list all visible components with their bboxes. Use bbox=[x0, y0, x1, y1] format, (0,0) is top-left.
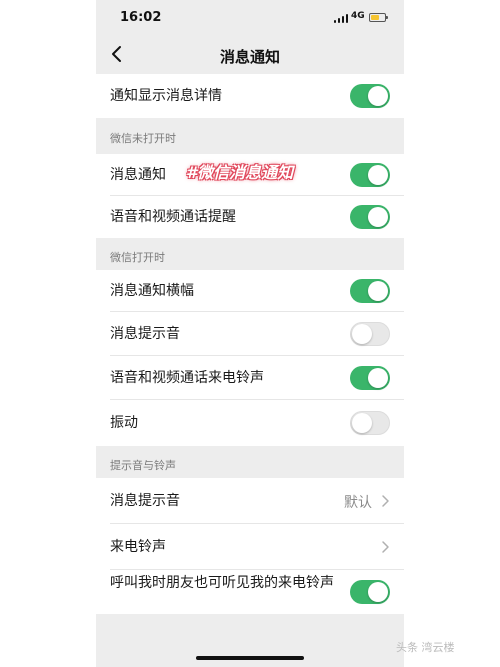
row-label: 振动 bbox=[110, 415, 138, 431]
row-voice-video-remind: 语音和视频通话提醒 bbox=[96, 196, 404, 238]
msg-tone-value: 默认 bbox=[344, 495, 372, 511]
row-label: 消息通知 bbox=[110, 167, 166, 183]
chevron-right-icon bbox=[382, 541, 389, 553]
row-label: 语音和视频通话提醒 bbox=[110, 209, 236, 225]
battery-fill bbox=[371, 15, 380, 20]
row-label: 消息通知横幅 bbox=[110, 283, 194, 299]
section-header-open: 微信打开时 bbox=[96, 238, 404, 270]
row-incoming-ringtone[interactable]: 来电铃声 bbox=[96, 524, 404, 570]
toggle-knob bbox=[368, 281, 388, 301]
row-label: 语音和视频通话来电铃声 bbox=[110, 370, 264, 386]
section-header-sounds: 提示音与铃声 bbox=[96, 446, 404, 478]
status-time: 16:02 bbox=[120, 10, 162, 25]
battery-icon bbox=[369, 13, 388, 22]
watermark: 头条 湾云楼 bbox=[396, 641, 455, 654]
row-friends-hear: 呼叫我时朋友也可听见我的来电铃声 bbox=[96, 570, 404, 614]
row-label: 通知显示消息详情 bbox=[110, 88, 222, 104]
row-label: 消息提示音 bbox=[110, 493, 180, 509]
network-label: 4G bbox=[351, 11, 365, 21]
hashtag-overlay: #微信消息通知 bbox=[186, 163, 294, 182]
toggle-knob bbox=[368, 165, 388, 185]
row-show-details: 通知显示消息详情 bbox=[96, 74, 404, 118]
section-header-closed: 微信未打开时 bbox=[96, 118, 404, 154]
section-label: 提示音与铃声 bbox=[110, 459, 176, 472]
nav-bar: 消息通知 bbox=[96, 36, 404, 74]
page-title: 消息通知 bbox=[219, 48, 280, 66]
toggle-voice-video-remind[interactable] bbox=[350, 205, 390, 229]
toggle-knob bbox=[352, 413, 372, 433]
home-indicator bbox=[196, 656, 304, 660]
toggle-msg-sound[interactable] bbox=[350, 322, 390, 346]
toggle-knob bbox=[368, 207, 388, 227]
toggle-knob bbox=[368, 582, 388, 602]
toggle-banner[interactable] bbox=[350, 279, 390, 303]
toggle-show-details[interactable] bbox=[350, 84, 390, 108]
row-label: 消息提示音 bbox=[110, 326, 180, 342]
toggle-msg-notify[interactable] bbox=[350, 163, 390, 187]
row-label: 呼叫我时朋友也可听见我的来电铃声 bbox=[110, 575, 334, 591]
row-msg-tone[interactable]: 消息提示音 默认 bbox=[96, 478, 404, 524]
section-label: 微信未打开时 bbox=[110, 132, 176, 145]
row-msg-sound: 消息提示音 bbox=[96, 312, 404, 356]
row-label: 来电铃声 bbox=[110, 539, 166, 555]
toggle-call-ringtone[interactable] bbox=[350, 366, 390, 390]
toggle-knob bbox=[368, 368, 388, 388]
row-call-ringtone: 语音和视频通话来电铃声 bbox=[96, 356, 404, 400]
toggle-knob bbox=[352, 324, 372, 344]
section-label: 微信打开时 bbox=[110, 251, 165, 264]
row-vibrate: 振动 bbox=[96, 400, 404, 446]
status-bar: 16:02 4G bbox=[96, 0, 404, 36]
toggle-knob bbox=[368, 86, 388, 106]
toggle-vibrate[interactable] bbox=[350, 411, 390, 435]
signal-icon bbox=[334, 14, 348, 23]
phone-screen: 16:02 4G 消息通知 通知显示消息详情 微信未打开时 消息通知 语音和视频… bbox=[96, 0, 404, 667]
toggle-friends-hear[interactable] bbox=[350, 580, 390, 604]
row-banner: 消息通知横幅 bbox=[96, 270, 404, 312]
chevron-right-icon bbox=[382, 495, 389, 507]
